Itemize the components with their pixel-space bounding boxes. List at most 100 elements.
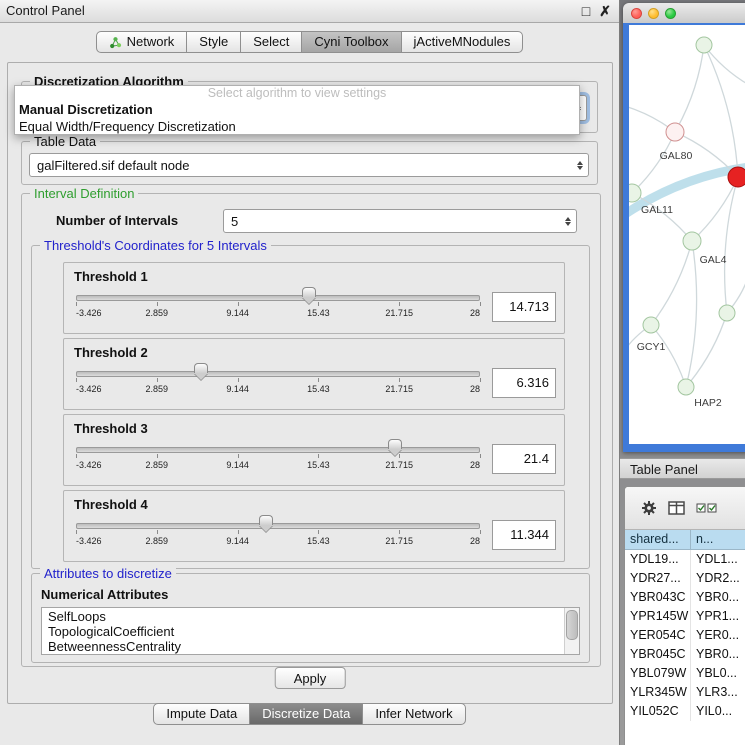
network-node-gcy1[interactable] [643, 317, 659, 333]
threshold-3-slider-thumb[interactable] [387, 439, 403, 458]
network-edge [651, 241, 692, 325]
threshold-1-slider-thumb[interactable] [301, 287, 317, 306]
table-cell: YDL19... [625, 550, 691, 569]
scrollbar-thumb[interactable] [566, 610, 578, 640]
number-of-intervals-value: 5 [224, 214, 560, 229]
axis-tick-label: -3.426 [76, 384, 102, 394]
table-cell: YBL0... [691, 664, 745, 683]
table-row[interactable]: YPR145WYPR1... [625, 607, 745, 626]
close-traffic-light-icon[interactable] [631, 8, 642, 19]
bottom-tab-discretize-data[interactable]: Discretize Data [249, 703, 363, 725]
list-item-topologicalcoefficient[interactable]: TopologicalCoefficient [42, 624, 565, 639]
network-edge [632, 132, 675, 193]
tab-select[interactable]: Select [240, 31, 302, 53]
tab-network[interactable]: Network [96, 31, 188, 53]
algorithm-option-equal-width-frequency-discretization[interactable]: Equal Width/Frequency Discretization [15, 118, 579, 135]
numerical-attributes-label: Numerical Attributes [41, 587, 168, 602]
apply-button[interactable]: Apply [275, 667, 346, 689]
attributes-group-title: Attributes to discretize [40, 566, 176, 581]
table-row[interactable]: YLR345WYLR3... [625, 683, 745, 702]
axis-tick-label: 28 [470, 536, 480, 546]
table-data-combo-value: galFiltered.sif default node [30, 158, 572, 173]
table-row[interactable]: YER054CYER0... [625, 626, 745, 645]
network-frame: GAL80GAL11GAL4GCY1HAP2 [623, 23, 745, 452]
table-cell: YLR3... [691, 683, 745, 702]
axis-tick-label: 28 [470, 460, 480, 470]
threshold-4-slider[interactable] [76, 522, 480, 530]
control-panel-window: Control Panel □ ✗ Network Style Select Cyni… [0, 0, 620, 745]
select-columns-checkboxes-icon[interactable] [696, 502, 718, 514]
threshold-1-slider[interactable] [76, 294, 480, 302]
number-of-intervals-combo[interactable]: 5 [223, 209, 577, 233]
axis-tick-label: 2.859 [146, 460, 169, 470]
node-label-gcy1: GCY1 [637, 341, 666, 353]
gear-icon[interactable] [641, 500, 657, 516]
tab-style[interactable]: Style [186, 31, 241, 53]
network-node[interactable] [696, 37, 712, 53]
table-data-combo[interactable]: galFiltered.sif default node [29, 153, 589, 177]
threshold-2-value-field[interactable]: 6.316 [492, 368, 556, 398]
table-row[interactable]: YDR27...YDR2... [625, 569, 745, 588]
zoom-traffic-light-icon[interactable] [665, 8, 676, 19]
tab-label: Select [253, 32, 289, 52]
threshold-4-value-field[interactable]: 11.344 [492, 520, 556, 550]
table-row[interactable]: YBR043CYBR0... [625, 588, 745, 607]
network-node[interactable] [728, 167, 745, 187]
main-tabs: Network Style Select Cyni Toolbox jActiveMNo… [0, 31, 619, 53]
threshold-4-slider-thumb[interactable] [258, 515, 274, 534]
combo-arrows-icon [560, 217, 576, 226]
columns-icon[interactable] [668, 501, 685, 515]
network-canvas[interactable]: GAL80GAL11GAL4GCY1HAP2 [629, 25, 745, 444]
network-node-gal80[interactable] [666, 123, 684, 141]
close-icon[interactable]: ✗ [599, 1, 611, 21]
tab-label: Cyni Toolbox [314, 32, 388, 52]
axis-tick-label: -3.426 [76, 308, 102, 318]
table-row[interactable]: YBL079WYBL0... [625, 664, 745, 683]
network-node[interactable] [719, 305, 735, 321]
threshold-2-slider-thumb[interactable] [193, 363, 209, 382]
network-edge [704, 45, 745, 85]
number-of-intervals-label: Number of Intervals [56, 213, 178, 228]
threshold-1-value-field[interactable]: 14.713 [492, 292, 556, 322]
table-row[interactable]: YDL19...YDL1... [625, 550, 745, 569]
table-cell: YBR045C [625, 645, 691, 664]
table-cell: YLR345W [625, 683, 691, 702]
axis-tick-label: -3.426 [76, 536, 102, 546]
float-window-icon[interactable]: □ [582, 1, 590, 21]
axis-tick-label: -3.426 [76, 460, 102, 470]
tab-jactivemnodules[interactable]: jActiveMNodules [401, 31, 524, 53]
algorithm-options: Manual DiscretizationEqual Width/Frequen… [15, 101, 579, 135]
table-cell: YER054C [625, 626, 691, 645]
table-column-header-2[interactable]: n... [691, 530, 745, 549]
axis-tick-label: 15.43 [307, 536, 330, 546]
network-node-gal4[interactable] [683, 232, 701, 250]
minimize-traffic-light-icon[interactable] [648, 8, 659, 19]
table-data-group-title: Table Data [30, 134, 100, 149]
thresholds-group-title: Threshold's Coordinates for 5 Intervals [40, 238, 271, 253]
bottom-tab-infer-network[interactable]: Infer Network [362, 703, 465, 725]
tab-label: Style [199, 32, 228, 52]
tab-label: Network [127, 32, 175, 52]
algorithm-dropdown-hint: Select algorithm to view settings [15, 86, 579, 101]
threshold-3-value-field[interactable]: 21.4 [492, 444, 556, 474]
table-panel-title: Table Panel [630, 462, 698, 477]
tab-cyni-toolbox[interactable]: Cyni Toolbox [301, 31, 401, 53]
table-cell: YDR27... [625, 569, 691, 588]
threshold-3-slider[interactable] [76, 446, 480, 454]
table-toolbar [625, 487, 745, 530]
list-scrollbar[interactable] [564, 608, 579, 654]
control-panel-titlebar: Control Panel □ ✗ [0, 0, 619, 23]
bottom-tab-impute-data[interactable]: Impute Data [153, 703, 250, 725]
axis-tick-label: 21.715 [385, 384, 413, 394]
list-item-betweennesscentrality[interactable]: BetweennessCentrality [42, 639, 565, 654]
algorithm-option-manual-discretization[interactable]: Manual Discretization [15, 101, 579, 118]
numerical-attributes-list[interactable]: SelfLoopsTopologicalCoefficientBetweenne… [41, 607, 580, 655]
threshold-2-slider[interactable] [76, 370, 480, 378]
table-row[interactable]: YIL052CYIL0... [625, 702, 745, 721]
list-item-selfloops[interactable]: SelfLoops [42, 609, 565, 624]
table-column-header-1[interactable]: shared... [625, 530, 691, 549]
table-row[interactable]: YBR045CYBR0... [625, 645, 745, 664]
axis-tick-label: 9.144 [226, 536, 249, 546]
table-cell: YPR145W [625, 607, 691, 626]
network-node-hap2[interactable] [678, 379, 694, 395]
